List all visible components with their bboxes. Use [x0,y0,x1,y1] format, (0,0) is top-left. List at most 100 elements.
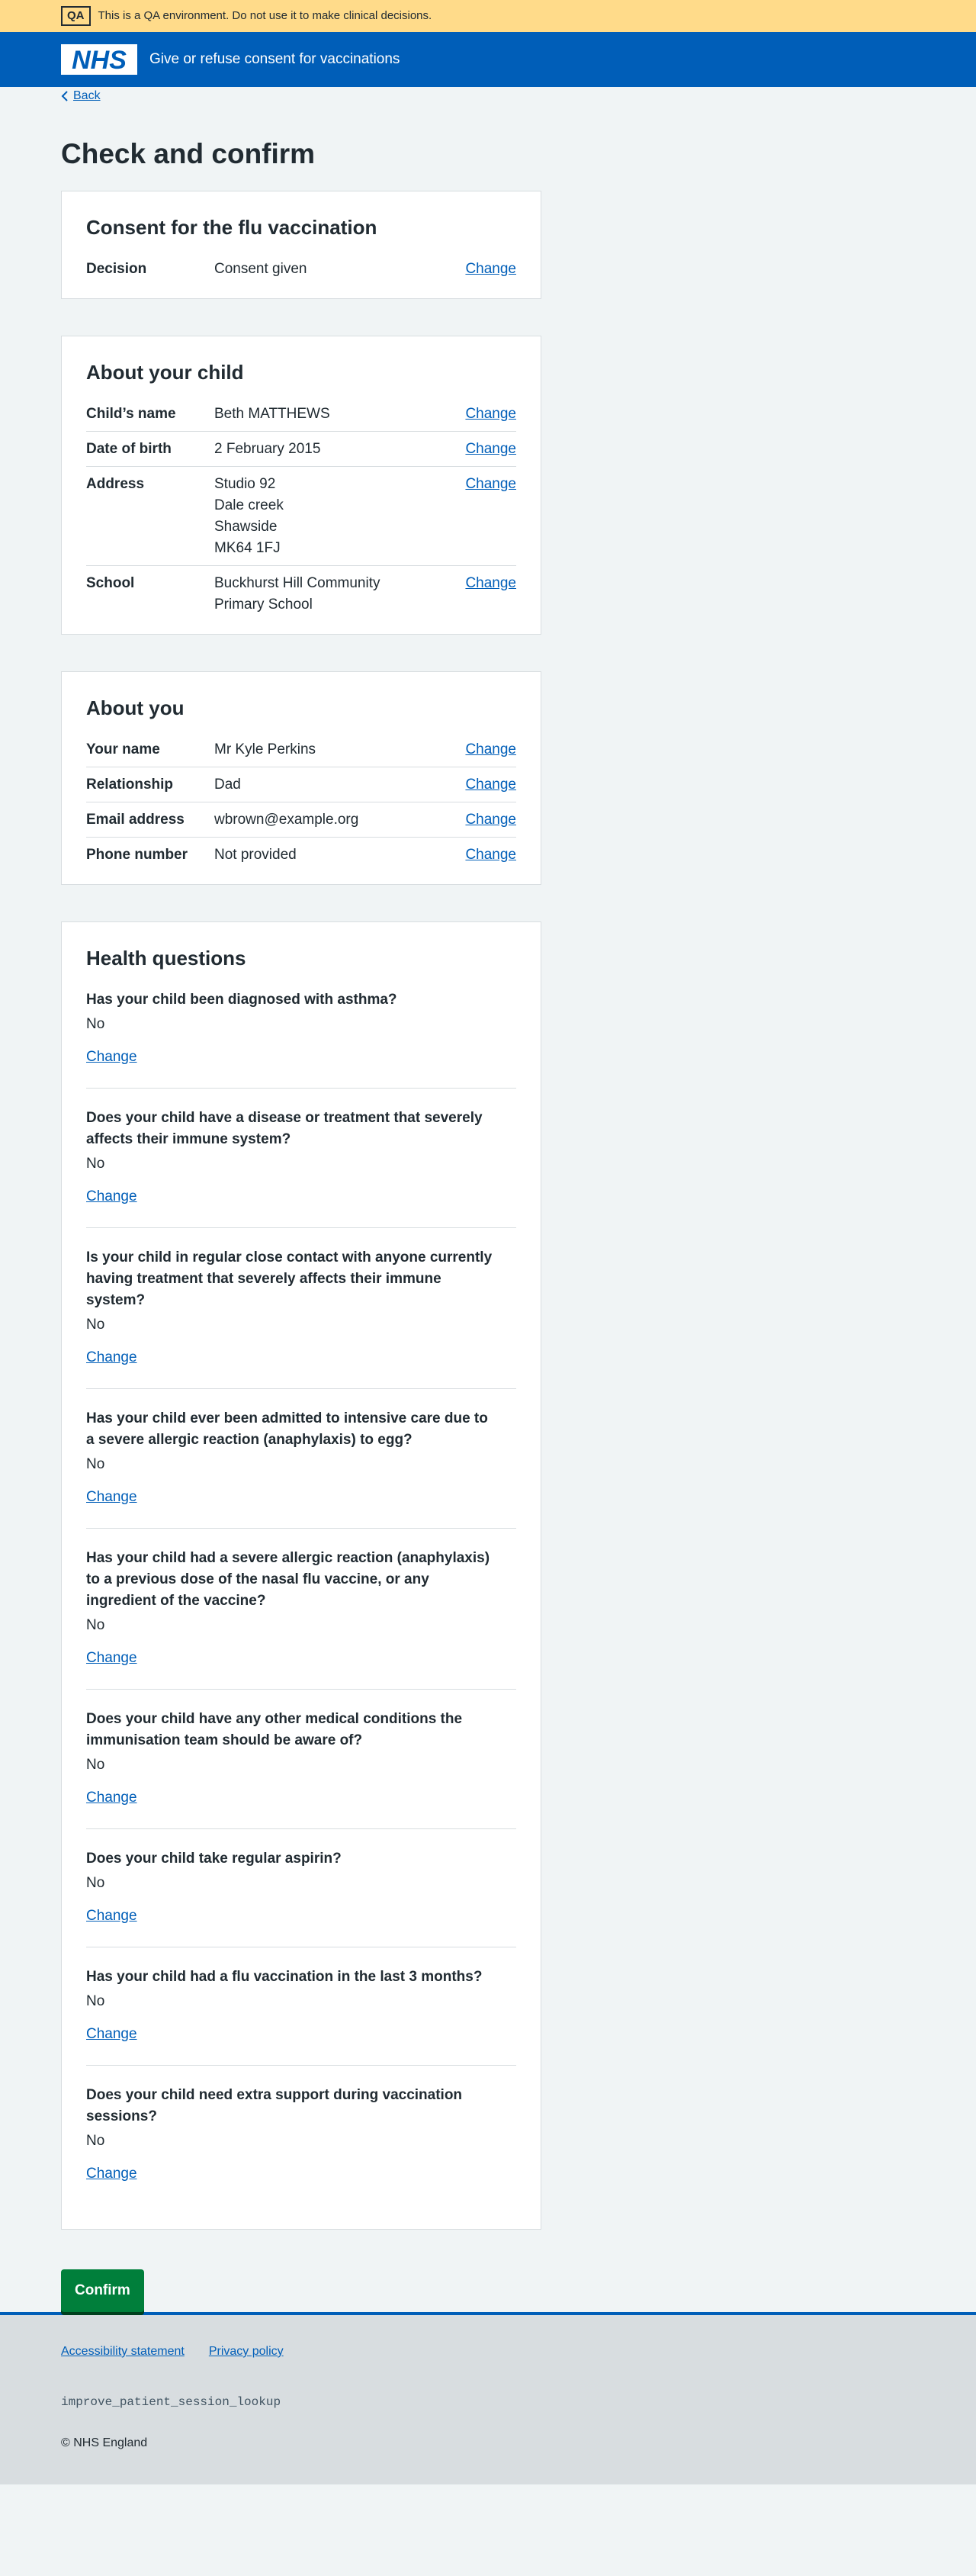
health-question: Has your child been diagnosed with asthm… [86,982,516,1089]
health-question: Does your child have a disease or treatm… [86,1101,516,1228]
summary-value-line: 2 February 2015 [214,441,321,457]
summary-value: Consent given [214,259,455,280]
change-your-name-link[interactable]: Change [465,741,516,757]
health-question-text: Has your child been diagnosed with asthm… [86,992,397,1008]
summary-key: Relationship [86,777,174,793]
change-date-of-birth-link[interactable]: Change [465,441,516,457]
chevron-left-icon [61,91,68,101]
summary-value-line: Primary School [214,597,313,613]
privacy-policy-link[interactable]: Privacy policy [209,2343,284,2361]
qa-banner-text: This is a QA environment. Do not use it … [98,9,432,22]
branch-code: improve_patient_session_lookup [61,2395,281,2409]
health-question-answer: No [86,1993,105,2009]
health-question-text: Has your child had a flu vaccination in … [86,1969,483,1985]
summary-key: Decision [86,261,147,277]
nhs-logo: NHS [61,44,137,75]
health-question-text: Has your child had a severe allergic rea… [86,1550,490,1609]
site-header: NHS Give or refuse consent for vaccinati… [0,32,976,87]
change-relationship-link[interactable]: Change [465,777,516,793]
health-question: Is your child in regular close contact w… [86,1240,516,1389]
consent-card-title: Consent for the flu vaccination [86,216,377,239]
health-question-answer: No [86,1317,105,1333]
summary-value-line: Studio 92 [214,476,276,492]
summary-row-school: School Buckhurst Hill Community Primary … [86,566,516,622]
change-health-answer-link[interactable]: Change [86,1347,137,1368]
summary-row-decision: Decision Consent given Change [86,252,516,286]
parent-card-title: About you [86,696,185,719]
consent-card: Consent for the flu vaccination Decision… [61,191,541,299]
change-health-answer-link[interactable]: Change [86,1487,137,1508]
health-question: Does your child have any other medical c… [86,1702,516,1829]
child-card-title: About your child [86,361,244,384]
summary-key: Address [86,476,145,492]
summary-value-line: wbrown@example.org [214,812,359,828]
summary-row-address: Address Studio 92 Dale creek Shawside MK… [86,467,516,566]
health-question-text: Does your child take regular aspirin? [86,1851,342,1867]
summary-value: Beth MATTHEWS [214,404,455,425]
change-health-answer-link[interactable]: Change [86,2024,137,2045]
back-link-label: Back [73,89,101,102]
change-decision-link[interactable]: Change [465,261,516,277]
change-health-answer-link[interactable]: Change [86,2163,137,2185]
svg-text:NHS: NHS [72,46,127,75]
change-health-answer-link[interactable]: Change [86,1905,137,1927]
summary-key: Child’s name [86,406,176,422]
change-email-link[interactable]: Change [465,812,516,828]
health-question: Has your child had a flu vaccination in … [86,1960,516,2066]
health-questions-title: Health questions [86,947,246,970]
summary-value-line: Buckhurst Hill Community [214,575,380,591]
summary-key: Your name [86,741,160,757]
health-question-answer: No [86,1757,105,1773]
summary-key: Date of birth [86,441,172,457]
health-question: Does your child take regular aspirin? No… [86,1841,516,1947]
change-health-answer-link[interactable]: Change [86,1787,137,1809]
page-title: Check and confirm [61,138,316,169]
summary-value: wbrown@example.org [214,809,455,831]
summary-value: 2 February 2015 [214,439,455,460]
site-footer: Accessibility statement Privacy policy i… [0,2312,976,2484]
accessibility-statement-link[interactable]: Accessibility statement [61,2343,185,2361]
back-link[interactable]: Back [61,87,101,105]
summary-key: Email address [86,812,185,828]
summary-value-line: Mr Kyle Perkins [214,741,316,757]
main-content: Back Check and confirm Consent for the f… [61,87,915,2312]
health-question-answer: No [86,1875,105,1891]
health-question-answer: No [86,1617,105,1633]
health-question-answer: No [86,1016,105,1032]
confirm-button[interactable]: Confirm [61,2269,144,2312]
health-question-answer: No [86,1156,105,1172]
parent-card: About you Your name Mr Kyle Perkins Chan… [61,671,541,885]
summary-key: School [86,575,135,591]
change-health-answer-link[interactable]: Change [86,1047,137,1068]
summary-value-line: Dale creek [214,497,284,513]
summary-value-line: Dad [214,777,241,793]
summary-value: Buckhurst Hill Community Primary School [214,573,455,616]
summary-row-child-name: Child’s name Beth MATTHEWS Change [86,397,516,432]
health-question-text: Does your child have any other medical c… [86,1711,463,1748]
summary-row-email: Email address wbrown@example.org Change [86,802,516,838]
summary-key: Phone number [86,847,188,863]
health-question-answer: No [86,1456,105,1472]
summary-value-line: Not provided [214,847,297,863]
footer-links: Accessibility statement Privacy policy [61,2343,915,2361]
summary-row-phone: Phone number Not provided Change [86,838,516,872]
change-address-link[interactable]: Change [465,476,516,492]
health-question-text: Does your child have a disease or treatm… [86,1110,483,1147]
child-card: About your child Child’s name Beth MATTH… [61,336,541,635]
health-question-text: Does your child need extra support durin… [86,2087,463,2124]
change-school-link[interactable]: Change [465,575,516,591]
qa-banner: QA This is a QA environment. Do not use … [0,0,976,32]
summary-value-line: Beth MATTHEWS [214,406,330,422]
change-child-name-link[interactable]: Change [465,406,516,422]
summary-value: Dad [214,774,455,796]
summary-value-line: MK64 1FJ [214,540,281,556]
change-health-answer-link[interactable]: Change [86,1186,137,1208]
nhs-logo-link[interactable]: NHS [61,44,137,75]
change-health-answer-link[interactable]: Change [86,1648,137,1669]
change-phone-link[interactable]: Change [465,847,516,863]
summary-row-date-of-birth: Date of birth 2 February 2015 Change [86,432,516,467]
health-question-answer: No [86,2133,105,2149]
summary-value: Studio 92 Dale creek Shawside MK64 1FJ [214,474,455,559]
summary-value-line: Consent given [214,261,307,277]
health-questions-card: Health questions Has your child been dia… [61,921,541,2230]
